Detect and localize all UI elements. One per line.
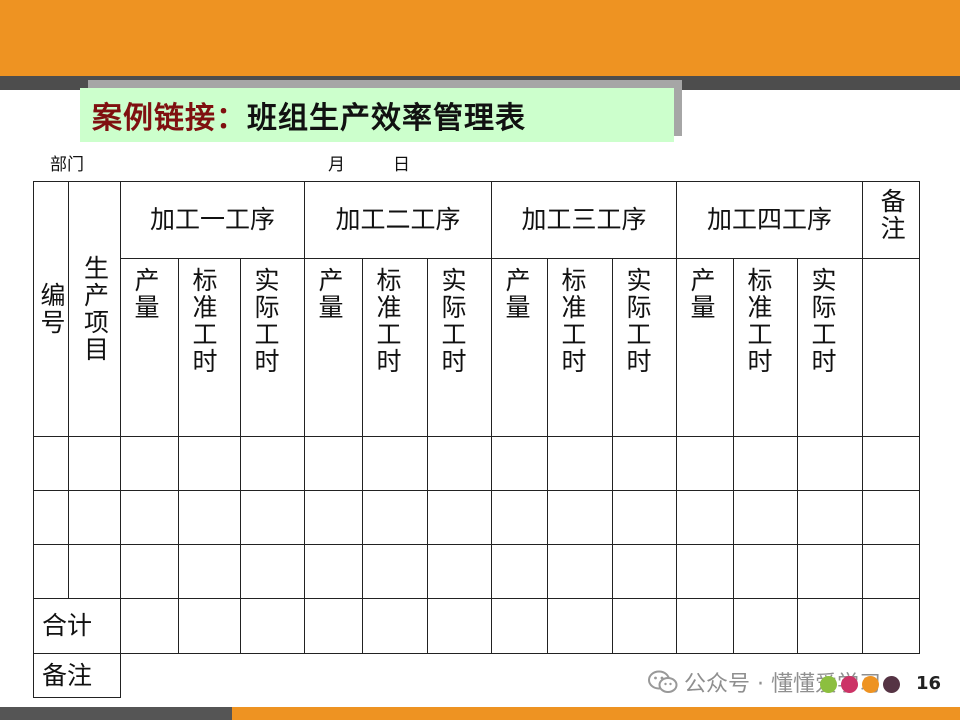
title-prefix: 案例链接： [92,101,247,136]
total-label: 合计 [33,598,121,654]
subheader-output: 产量 [120,258,179,437]
decorative-dots [820,676,900,693]
efficiency-table: 编号 生产项目 加工一工序 加工二工序 加工三工序 加工四工序 备注 产量 标准… [33,181,921,698]
subheader-output: 产量 [304,258,364,437]
month-label: 月 [328,155,345,175]
header-process-3: 加工三工序 [491,181,678,259]
header-row-processes: 编号 生产项目 加工一工序 加工二工序 加工三工序 加工四工序 备注 [33,181,921,437]
remark-label: 备注 [33,653,121,698]
dot-plum [883,676,900,693]
subheader-standard-hours: 标准工时 [178,258,241,437]
footer-gray-band [0,707,232,720]
day-label: 日 [393,155,410,175]
subheader-actual-hours: 实际工时 [427,258,493,437]
dot-magenta [841,676,858,693]
subheader-actual-hours: 实际工时 [239,258,306,437]
wechat-icon [648,669,678,695]
header-item: 生产项目 [68,181,121,437]
subheader-remark-blank [862,258,921,437]
dept-label: 部门 [50,155,84,175]
header-number: 编号 [33,181,69,437]
header-process-2: 加工二工序 [304,181,493,259]
header-process-1: 加工一工序 [119,181,306,259]
page-number: 16 [916,673,942,694]
subheader-standard-hours: 标准工时 [547,258,614,437]
total-row: 合计 [33,598,921,654]
subheader-output: 产量 [491,258,549,437]
subheader-standard-hours: 标准工时 [733,258,799,437]
subheader-actual-hours: 实际工时 [797,258,864,437]
title-main: 班组生产效率管理表 [247,101,526,136]
footer-orange-band [232,707,960,720]
slide-title: 案例链接： 班组生产效率管理表 [80,88,674,142]
table-row [33,436,921,491]
subheader-output: 产量 [676,258,735,437]
dot-orange [862,676,879,693]
header-orange-band [0,0,960,76]
table-row [33,544,921,599]
table-row [33,490,921,545]
subheader-standard-hours: 标准工时 [362,258,429,437]
header-remark: 备注 [862,181,921,259]
header-process-4: 加工四工序 [676,181,864,259]
header-row-subcols: 产量 标准工时 实际工时 产量 标准工时 实际工时 产量 标准工时 实际工时 产… [34,258,921,437]
dot-green [820,676,837,693]
subheader-actual-hours: 实际工时 [612,258,678,437]
